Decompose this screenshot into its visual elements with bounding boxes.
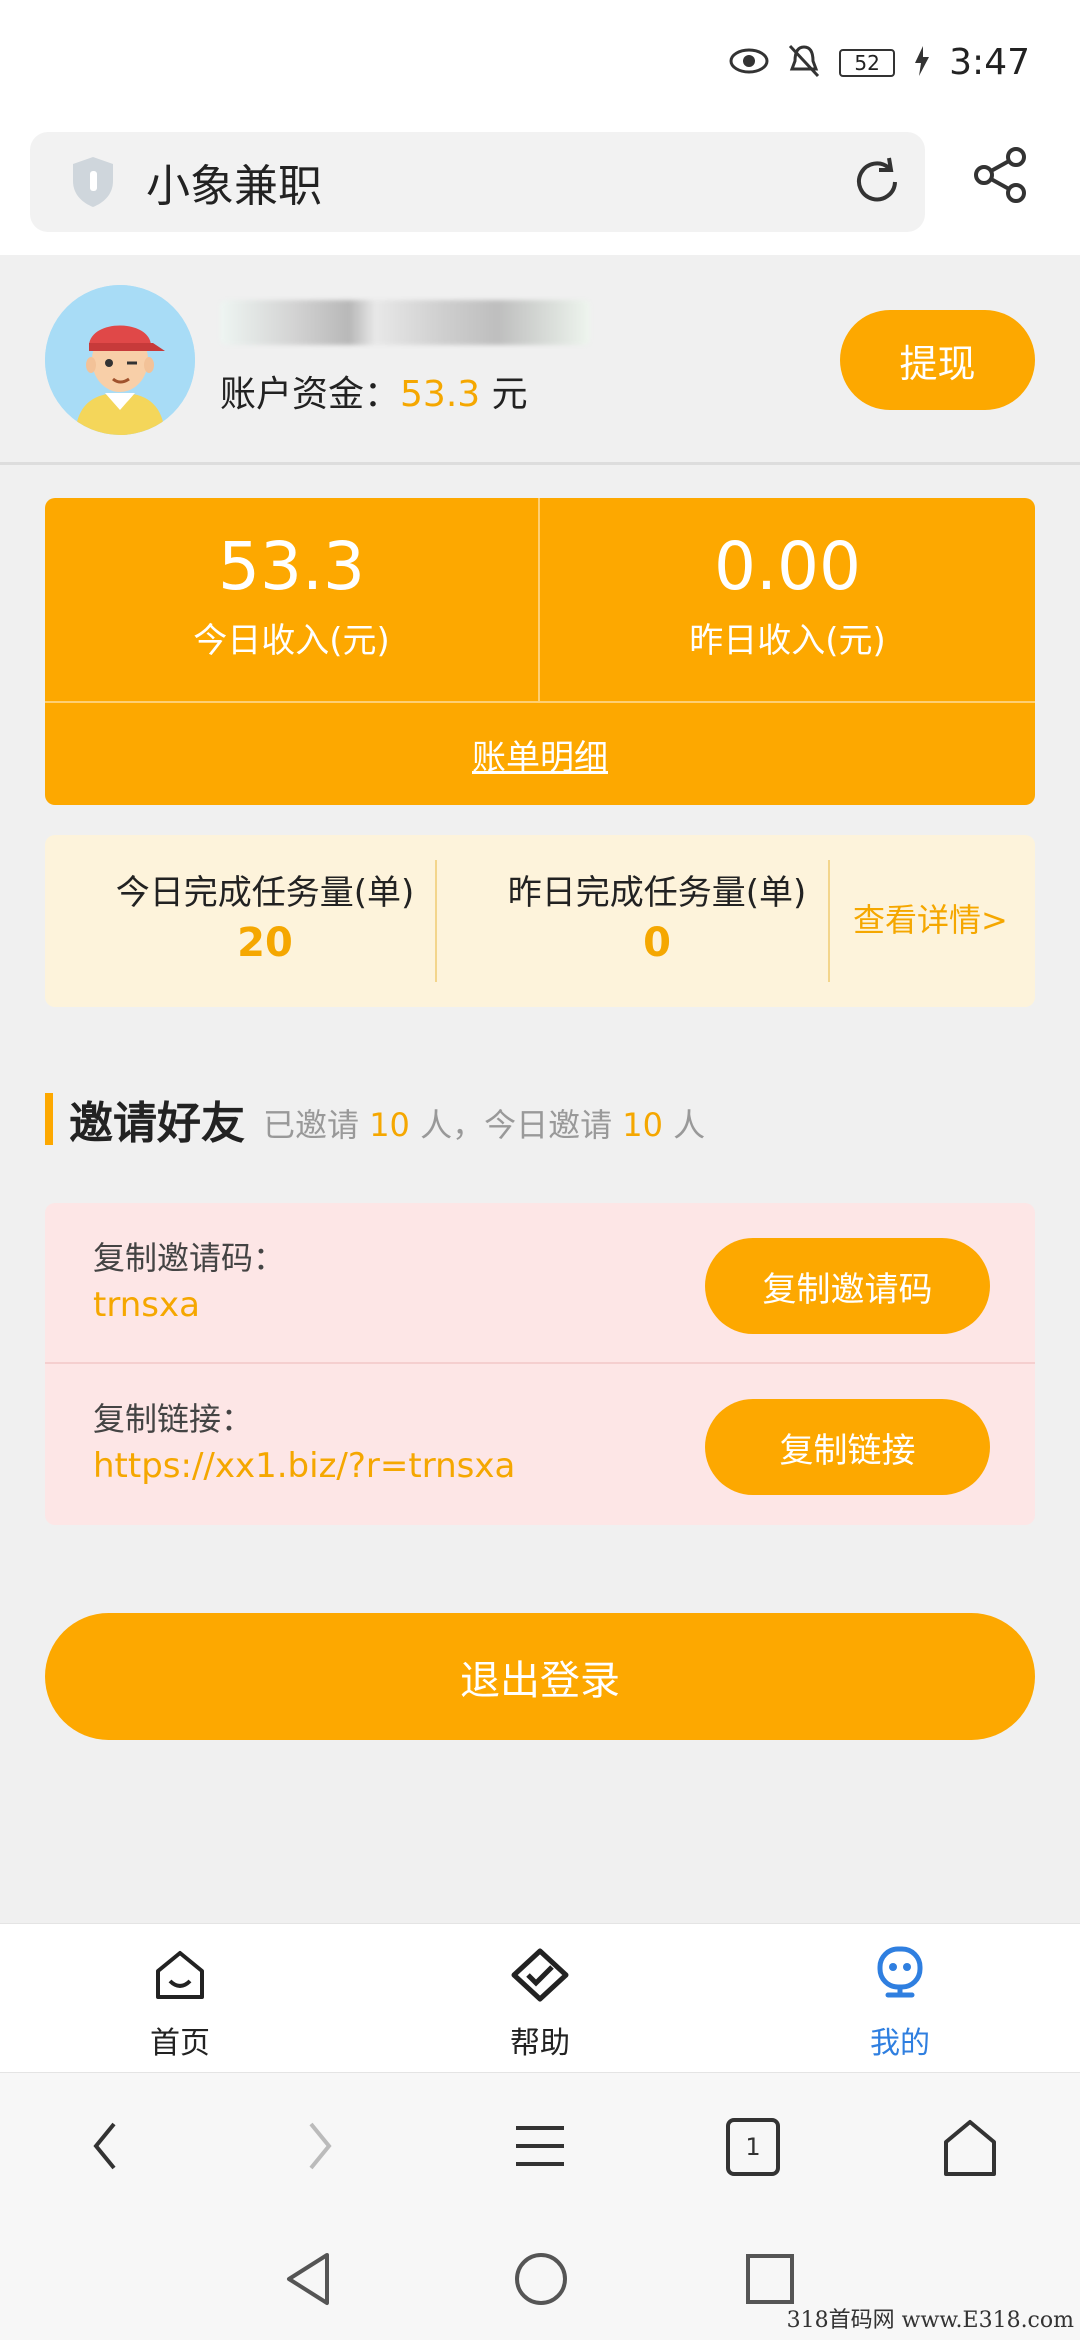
share-icon[interactable] [970, 145, 1030, 209]
task-divider [828, 860, 830, 982]
view-details-link[interactable]: 查看详情> [853, 895, 1008, 941]
logout-button[interactable]: 退出登录 [45, 1613, 1035, 1740]
balance-value: 53.3 [400, 374, 481, 415]
home-icon [80, 1944, 280, 2006]
mute-bell-icon [787, 43, 821, 83]
tab-home-label: 首页 [150, 2026, 210, 2061]
system-home-icon[interactable] [513, 2251, 569, 2311]
handshake-icon [440, 1944, 640, 2006]
browser-bar: 小象兼职 [0, 120, 1080, 255]
invite-code-label: 复制邀请码： [93, 1239, 286, 1277]
today-tasks-label: 今日完成任务量(单) [115, 873, 415, 913]
invite-link-row: 复制链接： https://xx1.biz/?r=trnsxa 复制链接 [45, 1364, 1035, 1525]
income-card: 53.3 今日收入(元) 0.00 昨日收入(元) 账单明细 [45, 498, 1035, 805]
forward-icon[interactable] [305, 2118, 335, 2178]
bill-detail-link[interactable]: 账单明细 [45, 703, 1035, 805]
browser-navigation: 1 [0, 2073, 1080, 2223]
profile-section: 账户资金：53.3 元 提现 [0, 255, 1080, 465]
yesterday-income-label: 昨日收入(元) [689, 621, 886, 661]
shield-icon [70, 155, 116, 209]
invite-link-value: https://xx1.biz/?r=trnsxa [93, 1446, 516, 1486]
copy-link-button[interactable]: 复制链接 [705, 1399, 990, 1495]
invite-title: 邀请好友 [69, 1098, 245, 1149]
bottom-tab-bar: 首页 帮助 我的 [0, 1923, 1080, 2073]
invite-code-row: 复制邀请码： trnsxa 复制邀请码 [45, 1203, 1035, 1364]
today-invited-count: 10 [622, 1106, 663, 1144]
balance-line: 账户资金：53.3 元 [220, 365, 528, 417]
back-icon[interactable] [90, 2118, 120, 2178]
tab-help[interactable]: 帮助 [440, 1944, 640, 2062]
copy-invite-code-button[interactable]: 复制邀请码 [705, 1238, 990, 1334]
today-income-label: 今日收入(元) [193, 621, 390, 661]
system-back-icon[interactable] [283, 2251, 333, 2311]
invite-summary: 已邀请 10 人，今日邀请 10 人 [263, 1100, 705, 1146]
charging-icon [913, 45, 931, 80]
yesterday-tasks-label: 昨日完成任务量(单) [507, 873, 807, 913]
status-bar: 52 3:47 [0, 0, 1080, 130]
invite-heading: 邀请好友 已邀请 10 人，今日邀请 10 人 [45, 1092, 705, 1149]
page-title: 小象兼职 [146, 161, 322, 212]
today-income: 53.3 今日收入(元) [45, 498, 540, 701]
avatar [45, 285, 195, 435]
tab-help-label: 帮助 [510, 2026, 570, 2061]
reload-icon[interactable] [849, 154, 905, 214]
status-icons: 52 3:47 [729, 42, 1030, 83]
tab-mine-label: 我的 [870, 2026, 930, 2061]
watermark: 318首码网 www.E318.com [786, 2308, 1074, 2333]
yesterday-income: 0.00 昨日收入(元) [540, 498, 1035, 701]
username-redacted [220, 300, 590, 345]
invite-summary-prefix: 已邀请 [263, 1106, 370, 1144]
task-card: 今日完成任务量(单) 20 昨日完成任务量(单) 0 查看详情> [45, 835, 1035, 1007]
balance-label: 账户资金： [220, 374, 401, 415]
invited-count: 10 [369, 1106, 410, 1144]
url-box[interactable]: 小象兼职 [30, 132, 925, 232]
withdraw-button[interactable]: 提现 [840, 310, 1035, 410]
yesterday-income-value: 0.00 [714, 528, 861, 605]
today-tasks: 今日完成任务量(单) 20 [85, 865, 445, 966]
yesterday-tasks: 昨日完成任务量(单) 0 [477, 865, 837, 966]
home-page-icon[interactable] [940, 2118, 1000, 2182]
invite-card: 复制邀请码： trnsxa 复制邀请码 复制链接： https://xx1.bi… [45, 1203, 1035, 1525]
section-marker [45, 1093, 53, 1145]
robot-face-icon [800, 1944, 1000, 2006]
battery-indicator: 52 [839, 48, 896, 77]
eye-icon [729, 48, 769, 78]
today-tasks-value: 20 [237, 920, 293, 966]
tab-home[interactable]: 首页 [80, 1944, 280, 2062]
task-divider [435, 860, 437, 982]
status-time: 3:47 [949, 42, 1030, 83]
yesterday-tasks-value: 0 [643, 920, 671, 966]
invite-summary-middle: 人，今日邀请 [409, 1106, 623, 1144]
tab-mine[interactable]: 我的 [800, 1944, 1000, 2062]
today-income-value: 53.3 [218, 528, 365, 605]
invite-summary-suffix: 人 [662, 1106, 706, 1144]
menu-icon[interactable] [512, 2118, 568, 2178]
tab-count: 1 [726, 2118, 780, 2176]
balance-unit: 元 [480, 374, 528, 415]
invite-link-label: 复制链接： [93, 1400, 254, 1438]
invite-code-value: trnsxa [93, 1285, 200, 1325]
